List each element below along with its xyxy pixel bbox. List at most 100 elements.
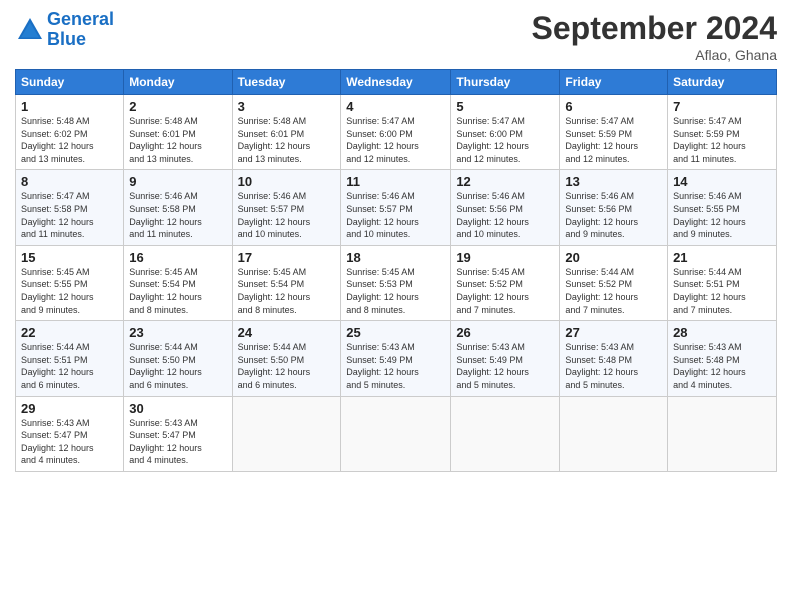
day-number: 20 <box>565 250 662 265</box>
week-row-1: 1Sunrise: 5:48 AM Sunset: 6:02 PM Daylig… <box>16 95 777 170</box>
day-info: Sunrise: 5:43 AM Sunset: 5:49 PM Dayligh… <box>346 341 445 391</box>
weekday-wednesday: Wednesday <box>341 70 451 95</box>
day-number: 12 <box>456 174 554 189</box>
logo-text: General Blue <box>47 10 114 50</box>
weekday-sunday: Sunday <box>16 70 124 95</box>
calendar-cell: 30Sunrise: 5:43 AM Sunset: 5:47 PM Dayli… <box>124 396 232 471</box>
weekday-thursday: Thursday <box>451 70 560 95</box>
day-number: 9 <box>129 174 226 189</box>
day-number: 15 <box>21 250 118 265</box>
day-info: Sunrise: 5:48 AM Sunset: 6:01 PM Dayligh… <box>129 115 226 165</box>
calendar-cell <box>560 396 668 471</box>
calendar-cell: 22Sunrise: 5:44 AM Sunset: 5:51 PM Dayli… <box>16 321 124 396</box>
calendar-cell: 27Sunrise: 5:43 AM Sunset: 5:48 PM Dayli… <box>560 321 668 396</box>
day-number: 22 <box>21 325 118 340</box>
day-number: 23 <box>129 325 226 340</box>
day-number: 5 <box>456 99 554 114</box>
day-number: 27 <box>565 325 662 340</box>
day-info: Sunrise: 5:45 AM Sunset: 5:52 PM Dayligh… <box>456 266 554 316</box>
week-row-4: 22Sunrise: 5:44 AM Sunset: 5:51 PM Dayli… <box>16 321 777 396</box>
week-row-5: 29Sunrise: 5:43 AM Sunset: 5:47 PM Dayli… <box>16 396 777 471</box>
day-number: 25 <box>346 325 445 340</box>
week-row-3: 15Sunrise: 5:45 AM Sunset: 5:55 PM Dayli… <box>16 245 777 320</box>
calendar-cell: 2Sunrise: 5:48 AM Sunset: 6:01 PM Daylig… <box>124 95 232 170</box>
calendar-cell: 20Sunrise: 5:44 AM Sunset: 5:52 PM Dayli… <box>560 245 668 320</box>
day-number: 30 <box>129 401 226 416</box>
day-info: Sunrise: 5:43 AM Sunset: 5:49 PM Dayligh… <box>456 341 554 391</box>
day-number: 11 <box>346 174 445 189</box>
calendar-cell <box>232 396 341 471</box>
day-info: Sunrise: 5:43 AM Sunset: 5:48 PM Dayligh… <box>565 341 662 391</box>
day-number: 16 <box>129 250 226 265</box>
calendar-cell <box>451 396 560 471</box>
calendar-cell: 15Sunrise: 5:45 AM Sunset: 5:55 PM Dayli… <box>16 245 124 320</box>
day-info: Sunrise: 5:46 AM Sunset: 5:55 PM Dayligh… <box>673 190 771 240</box>
day-info: Sunrise: 5:44 AM Sunset: 5:52 PM Dayligh… <box>565 266 662 316</box>
day-number: 3 <box>238 99 336 114</box>
day-info: Sunrise: 5:44 AM Sunset: 5:51 PM Dayligh… <box>21 341 118 391</box>
month-title: September 2024 <box>532 10 777 47</box>
day-number: 13 <box>565 174 662 189</box>
calendar-cell: 28Sunrise: 5:43 AM Sunset: 5:48 PM Dayli… <box>668 321 777 396</box>
day-info: Sunrise: 5:47 AM Sunset: 5:58 PM Dayligh… <box>21 190 118 240</box>
calendar-cell: 5Sunrise: 5:47 AM Sunset: 6:00 PM Daylig… <box>451 95 560 170</box>
day-number: 2 <box>129 99 226 114</box>
day-info: Sunrise: 5:44 AM Sunset: 5:50 PM Dayligh… <box>238 341 336 391</box>
day-info: Sunrise: 5:48 AM Sunset: 6:01 PM Dayligh… <box>238 115 336 165</box>
day-info: Sunrise: 5:44 AM Sunset: 5:50 PM Dayligh… <box>129 341 226 391</box>
calendar-cell: 9Sunrise: 5:46 AM Sunset: 5:58 PM Daylig… <box>124 170 232 245</box>
day-number: 10 <box>238 174 336 189</box>
day-info: Sunrise: 5:43 AM Sunset: 5:47 PM Dayligh… <box>21 417 118 467</box>
calendar-cell: 17Sunrise: 5:45 AM Sunset: 5:54 PM Dayli… <box>232 245 341 320</box>
day-number: 18 <box>346 250 445 265</box>
calendar-cell: 1Sunrise: 5:48 AM Sunset: 6:02 PM Daylig… <box>16 95 124 170</box>
day-info: Sunrise: 5:43 AM Sunset: 5:47 PM Dayligh… <box>129 417 226 467</box>
calendar-cell: 7Sunrise: 5:47 AM Sunset: 5:59 PM Daylig… <box>668 95 777 170</box>
calendar-cell: 12Sunrise: 5:46 AM Sunset: 5:56 PM Dayli… <box>451 170 560 245</box>
day-number: 14 <box>673 174 771 189</box>
day-number: 7 <box>673 99 771 114</box>
day-info: Sunrise: 5:45 AM Sunset: 5:55 PM Dayligh… <box>21 266 118 316</box>
day-info: Sunrise: 5:47 AM Sunset: 5:59 PM Dayligh… <box>565 115 662 165</box>
day-info: Sunrise: 5:44 AM Sunset: 5:51 PM Dayligh… <box>673 266 771 316</box>
calendar-cell <box>668 396 777 471</box>
calendar-cell: 21Sunrise: 5:44 AM Sunset: 5:51 PM Dayli… <box>668 245 777 320</box>
day-number: 17 <box>238 250 336 265</box>
page: General Blue September 2024 Aflao, Ghana… <box>0 0 792 612</box>
day-info: Sunrise: 5:48 AM Sunset: 6:02 PM Dayligh… <box>21 115 118 165</box>
calendar-cell: 23Sunrise: 5:44 AM Sunset: 5:50 PM Dayli… <box>124 321 232 396</box>
calendar-cell: 14Sunrise: 5:46 AM Sunset: 5:55 PM Dayli… <box>668 170 777 245</box>
day-number: 8 <box>21 174 118 189</box>
day-number: 28 <box>673 325 771 340</box>
day-number: 24 <box>238 325 336 340</box>
calendar-cell: 24Sunrise: 5:44 AM Sunset: 5:50 PM Dayli… <box>232 321 341 396</box>
day-info: Sunrise: 5:45 AM Sunset: 5:53 PM Dayligh… <box>346 266 445 316</box>
day-number: 29 <box>21 401 118 416</box>
day-number: 21 <box>673 250 771 265</box>
calendar-cell: 25Sunrise: 5:43 AM Sunset: 5:49 PM Dayli… <box>341 321 451 396</box>
day-info: Sunrise: 5:46 AM Sunset: 5:57 PM Dayligh… <box>346 190 445 240</box>
calendar-cell <box>341 396 451 471</box>
day-number: 1 <box>21 99 118 114</box>
calendar-cell: 10Sunrise: 5:46 AM Sunset: 5:57 PM Dayli… <box>232 170 341 245</box>
day-info: Sunrise: 5:46 AM Sunset: 5:56 PM Dayligh… <box>565 190 662 240</box>
day-info: Sunrise: 5:46 AM Sunset: 5:58 PM Dayligh… <box>129 190 226 240</box>
day-info: Sunrise: 5:45 AM Sunset: 5:54 PM Dayligh… <box>129 266 226 316</box>
calendar: SundayMondayTuesdayWednesdayThursdayFrid… <box>15 69 777 472</box>
calendar-cell: 11Sunrise: 5:46 AM Sunset: 5:57 PM Dayli… <box>341 170 451 245</box>
logo: General Blue <box>15 10 114 50</box>
weekday-friday: Friday <box>560 70 668 95</box>
calendar-cell: 13Sunrise: 5:46 AM Sunset: 5:56 PM Dayli… <box>560 170 668 245</box>
calendar-cell: 16Sunrise: 5:45 AM Sunset: 5:54 PM Dayli… <box>124 245 232 320</box>
day-info: Sunrise: 5:46 AM Sunset: 5:56 PM Dayligh… <box>456 190 554 240</box>
logo-icon <box>15 15 45 45</box>
calendar-cell: 8Sunrise: 5:47 AM Sunset: 5:58 PM Daylig… <box>16 170 124 245</box>
day-info: Sunrise: 5:43 AM Sunset: 5:48 PM Dayligh… <box>673 341 771 391</box>
day-number: 4 <box>346 99 445 114</box>
calendar-cell: 18Sunrise: 5:45 AM Sunset: 5:53 PM Dayli… <box>341 245 451 320</box>
weekday-monday: Monday <box>124 70 232 95</box>
weekday-saturday: Saturday <box>668 70 777 95</box>
day-number: 19 <box>456 250 554 265</box>
calendar-cell: 6Sunrise: 5:47 AM Sunset: 5:59 PM Daylig… <box>560 95 668 170</box>
calendar-cell: 19Sunrise: 5:45 AM Sunset: 5:52 PM Dayli… <box>451 245 560 320</box>
